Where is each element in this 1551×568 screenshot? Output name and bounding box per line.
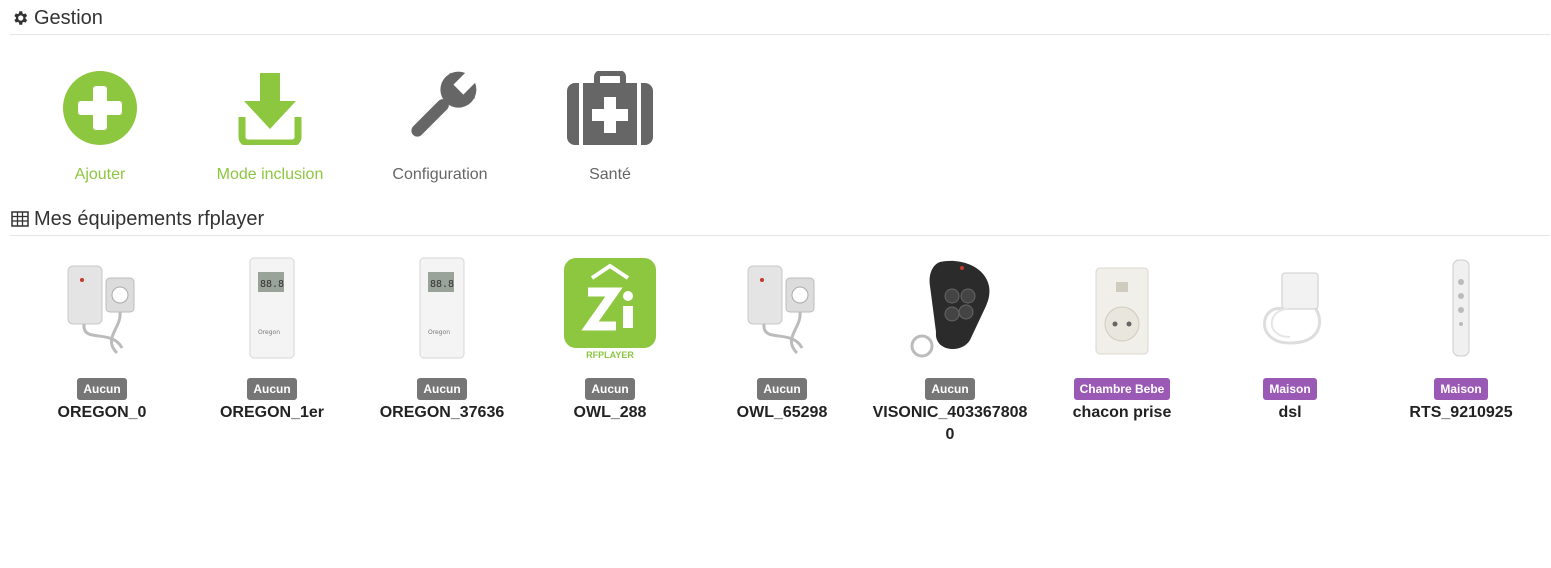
- equipment-name: OWL_288: [573, 404, 647, 421]
- object-badge: Maison: [1434, 378, 1488, 400]
- equipment-card[interactable]: 88.8 Oregon Aucun OREGON_37636: [357, 257, 527, 424]
- svg-text:Oregon: Oregon: [428, 329, 450, 336]
- current-clamp-sensor-image: [52, 258, 152, 358]
- equipment-name: OWL_65298: [736, 404, 828, 421]
- equipment-card[interactable]: Aucun OREGON_0: [17, 258, 187, 424]
- download-icon: [220, 58, 320, 158]
- rfplayer-logo-text: RFPLAYER: [586, 350, 634, 360]
- object-badge: Chambre Bebe: [1073, 378, 1171, 400]
- equipment-name: chacon prise: [1072, 404, 1172, 421]
- keyfob-remote-image: [900, 258, 1000, 358]
- equipment-card[interactable]: 88.8 Oregon Aucun OREGON_1er: [187, 257, 357, 424]
- equipment-name: dsl: [1278, 404, 1302, 421]
- svg-text:88.8: 88.8: [260, 279, 284, 290]
- gear-icon: [10, 8, 30, 28]
- svg-text:Oregon: Oregon: [258, 329, 280, 336]
- health-button[interactable]: Santé: [525, 58, 695, 184]
- object-badge: Maison: [1263, 378, 1317, 400]
- svg-text:88.8: 88.8: [430, 279, 454, 290]
- equipment-card[interactable]: Aucun OWL_65298: [697, 258, 867, 424]
- smart-plug-image: [1072, 258, 1172, 358]
- equipment-name: RTS_9210925: [1409, 404, 1513, 421]
- object-badge: Aucun: [77, 378, 127, 400]
- object-badge: Aucun: [925, 378, 975, 400]
- object-badge: Aucun: [585, 378, 635, 400]
- equipment-card[interactable]: Maison dsl: [1205, 258, 1375, 424]
- inclusion-mode-button[interactable]: Mode inclusion: [185, 58, 355, 184]
- health-label: Santé: [589, 166, 631, 183]
- micro-module-image: [1240, 258, 1340, 358]
- configuration-label: Configuration: [392, 166, 488, 183]
- object-badge: Aucun: [757, 378, 807, 400]
- oregon-thermo-sensor-image: 88.8 Oregon: [392, 257, 492, 359]
- rfplayer-logo-image: RFPLAYER: [560, 258, 660, 360]
- add-label: Ajouter: [74, 166, 126, 183]
- equipment-card[interactable]: RFPLAYER Aucun OWL_288: [525, 258, 695, 424]
- object-badge: Aucun: [247, 378, 297, 400]
- object-badge: Aucun: [417, 378, 467, 400]
- gestion-legend: Gestion: [10, 2, 1550, 35]
- equipment-card[interactable]: Chambre Bebe chacon prise: [1037, 258, 1207, 424]
- current-clamp-sensor-image: [732, 258, 832, 358]
- add-button[interactable]: Ajouter: [15, 58, 185, 184]
- equipment-legend: Mes équipements rfplayer: [10, 203, 1550, 236]
- configuration-button[interactable]: Configuration: [355, 58, 525, 184]
- equipment-card[interactable]: Aucun VISONIC_4033678080: [865, 258, 1035, 446]
- wrench-icon: [390, 58, 490, 158]
- oregon-thermo-sensor-image: 88.8 Oregon: [222, 257, 322, 359]
- plus-circle-icon: [50, 58, 150, 158]
- medkit-icon: [560, 58, 660, 158]
- equipment-card[interactable]: Maison RTS_9210925: [1376, 258, 1546, 424]
- equipment-name: VISONIC_4033678080: [872, 404, 1028, 443]
- rts-remote-image: [1411, 258, 1511, 358]
- equipment-title: Mes équipements rfplayer: [34, 207, 265, 230]
- table-icon: [10, 209, 30, 229]
- inclusion-mode-label: Mode inclusion: [216, 166, 324, 183]
- equipment-name: OREGON_37636: [379, 404, 505, 421]
- equipment-name: OREGON_1er: [219, 404, 325, 421]
- equipment-name: OREGON_0: [57, 404, 147, 421]
- gestion-title: Gestion: [34, 6, 103, 29]
